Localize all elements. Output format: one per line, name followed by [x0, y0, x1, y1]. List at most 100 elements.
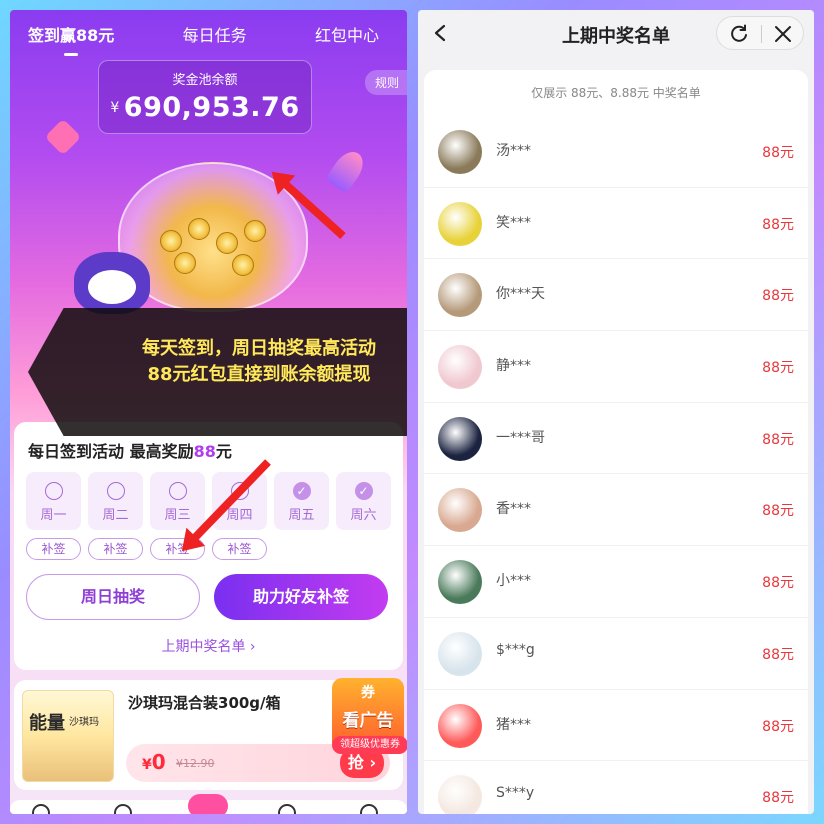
- makeup-button-monday[interactable]: 补签: [26, 538, 81, 560]
- callout-text: 每天签到，周日抽奖最高活动 88元红包直接到账余额提现: [104, 336, 407, 388]
- unchecked-circle-icon: [44, 482, 63, 500]
- mascot-face: [88, 270, 136, 304]
- list-item: 笑*** 88元: [424, 188, 808, 260]
- winner-name: $***g: [496, 641, 535, 658]
- coin-icon: [188, 218, 210, 240]
- checkmark-icon: ✓: [354, 482, 373, 500]
- product-image-title: 能量: [29, 713, 65, 734]
- nav-profile-icon[interactable]: [360, 804, 378, 814]
- day-friday[interactable]: ✓ 周五: [274, 472, 329, 530]
- list-item: 你***天 88元: [424, 259, 808, 332]
- winner-amount: 88元: [762, 790, 794, 807]
- watch-ad-label: 看广告: [342, 711, 394, 731]
- tab-daily-tasks[interactable]: 每日任务: [183, 22, 247, 46]
- nav-category-icon[interactable]: [114, 804, 132, 814]
- list-item: 静*** 88元: [424, 331, 808, 403]
- nav-cart-icon[interactable]: [278, 804, 296, 814]
- list-item: S***y 88元: [424, 761, 808, 814]
- avatar: [438, 345, 482, 390]
- list-item: 小*** 88元: [424, 546, 808, 618]
- tab-red-packet-center[interactable]: 红包中心: [315, 22, 379, 46]
- winners-note: 仅展示 88元、8.88元 中奖名单: [531, 86, 701, 100]
- avatar: [438, 416, 482, 461]
- makeup-button-thursday[interactable]: 补签: [212, 538, 267, 560]
- winner-name: 汤***: [496, 143, 531, 159]
- winner-amount: 88元: [762, 718, 794, 735]
- callout-line-1: 每天签到，周日抽奖最高活动: [142, 338, 376, 359]
- day-saturday[interactable]: ✓ 周六: [336, 472, 391, 530]
- winner-name: 你***天: [496, 286, 545, 303]
- bottom-nav-bar: [10, 794, 407, 814]
- winner-amount: 88元: [762, 145, 794, 161]
- winners-list-card: 仅展示 88元、8.88元 中奖名单 汤*** 88元 笑*** 88元 你***天…: [424, 70, 808, 814]
- rules-button[interactable]: 规则: [364, 70, 407, 95]
- list-item: $***g 88元: [424, 618, 808, 690]
- coin-icon: [216, 232, 238, 254]
- day-thursday[interactable]: 周四: [212, 472, 267, 530]
- winner-name: 猪***: [496, 716, 531, 733]
- winner-name: 静***: [496, 358, 531, 375]
- prize-pool-amount: ¥690,953.76: [99, 92, 311, 123]
- unchecked-circle-icon: [106, 482, 125, 500]
- coin-icon: [174, 252, 196, 274]
- prize-pool-box: 奖金池余额 ¥690,953.76: [98, 60, 312, 134]
- refresh-icon[interactable]: [729, 24, 749, 44]
- makeup-buttons: 补签 补签 补签 补签: [26, 538, 267, 560]
- checkin-title-unit: 元: [215, 442, 232, 461]
- avatar: [438, 130, 482, 174]
- super-coupon-tag[interactable]: 领超级优惠券: [332, 736, 407, 754]
- help-friend-makeup-button[interactable]: 助力好友补签: [214, 574, 388, 620]
- previous-winners-link[interactable]: 上期中奖名单 ›: [14, 636, 403, 656]
- avatar: [438, 273, 482, 318]
- winner-amount: 88元: [762, 503, 794, 520]
- callout-tooltip: 每天签到，周日抽奖最高活动 88元红包直接到账余额提现: [28, 308, 407, 436]
- winner-amount: 88元: [762, 360, 794, 377]
- day-wednesday[interactable]: 周三: [150, 472, 205, 530]
- winner-name: S***y: [496, 785, 535, 802]
- day-monday[interactable]: 周一: [26, 472, 81, 530]
- winner-name: 小***: [496, 573, 531, 590]
- product-image: 能量 沙琪玛: [22, 690, 114, 782]
- day-tuesday[interactable]: 周二: [88, 472, 143, 530]
- prize-pool-label: 奖金池余额: [172, 73, 238, 88]
- price-value: 0: [151, 750, 166, 774]
- coin-icon: [232, 254, 254, 276]
- winners-header: 上期中奖名单: [418, 10, 814, 60]
- day-label: 周六: [350, 508, 377, 523]
- coin-icon: [244, 220, 266, 242]
- avatar: [438, 488, 482, 533]
- decor-star: [44, 118, 82, 156]
- avatar: [438, 201, 482, 246]
- product-price: ¥0: [142, 750, 166, 774]
- original-price: ¥12.90: [176, 757, 215, 770]
- coin-icon: [160, 230, 182, 252]
- avatar: [438, 560, 482, 605]
- avatar: [438, 703, 482, 748]
- nav-center-icon[interactable]: [188, 794, 228, 814]
- winner-name: 香***: [496, 501, 531, 518]
- day-label: 周二: [102, 508, 129, 523]
- sunday-draw-button[interactable]: 周日抽奖: [26, 574, 200, 620]
- checkin-title-text: 每日签到活动 最高奖励: [28, 442, 194, 461]
- tab-checkin[interactable]: 签到赢88元: [28, 22, 114, 56]
- winner-amount: 88元: [762, 216, 794, 233]
- list-item: 汤*** 88元: [424, 116, 808, 188]
- coupon-icon: 券: [361, 685, 375, 701]
- product-name: 沙琪玛混合装300g/箱: [128, 694, 281, 712]
- checkin-title-amount: 88: [193, 442, 216, 461]
- rocket-icon: [324, 146, 370, 194]
- nav-home-icon[interactable]: [32, 804, 50, 814]
- day-label: 周三: [164, 508, 191, 523]
- currency-symbol: ¥: [110, 100, 120, 116]
- callout-line-2: 88元红包直接到账余额提现: [147, 364, 371, 385]
- winner-amount: 88元: [762, 288, 794, 305]
- close-icon[interactable]: [773, 24, 793, 44]
- makeup-button-tuesday[interactable]: 补签: [88, 538, 143, 560]
- checkin-title: 每日签到活动 最高奖励88元: [28, 438, 232, 462]
- mascot-image: [74, 252, 150, 314]
- price-currency: ¥: [142, 757, 152, 773]
- winner-name: 笑***: [496, 214, 531, 231]
- winner-amount: 88元: [762, 575, 794, 592]
- avatar: [438, 631, 482, 676]
- checkin-card: 每日签到活动 最高奖励88元 周一 周二 周三 周四 ✓ 周五 ✓ 周六 补签 补签…: [14, 422, 403, 670]
